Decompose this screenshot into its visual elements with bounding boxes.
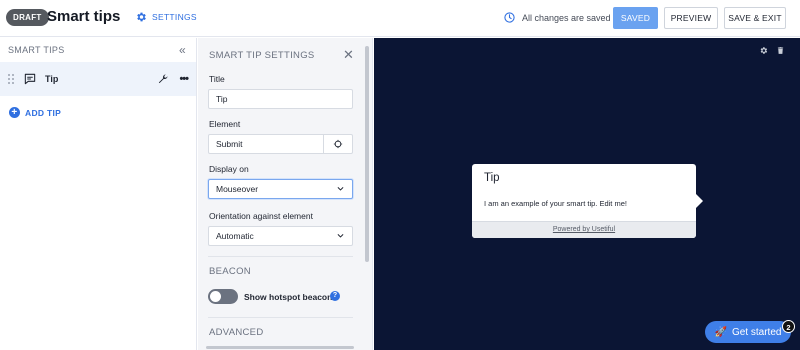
display-on-label: Display on [209,164,249,174]
hotspot-beacon-label: Show hotspot beacon [244,292,333,302]
sidebar-item-label: Tip [45,74,59,84]
smart-tip-preview[interactable]: Tip I am an example of your smart tip. E… [472,164,703,238]
notification-count-badge: 2 [782,320,795,333]
title-field[interactable]: Tip [208,89,353,109]
settings-gear-icon [137,12,146,22]
element-picker-button[interactable] [323,135,352,153]
smart-tips-sidebar: SMART TIPS « Tip ••• + ADD TIP [0,38,197,350]
sidebar-title: SMART TIPS [8,45,65,55]
chevron-down-icon [337,234,344,238]
history-icon [504,12,515,23]
add-tip-label: ADD TIP [25,107,62,118]
page-title: Smart tips [47,8,121,25]
save-status: All changes are saved [503,11,611,24]
saved-button[interactable]: SAVED [613,7,658,29]
divider [208,317,353,318]
element-label: Element [209,119,241,129]
wrench-icon[interactable] [157,73,169,85]
get-started-label: Get started [731,326,782,338]
settings-button[interactable]: SETTINGS [135,11,197,23]
settings-panel-title: SMART TIP SETTINGS [209,50,315,61]
horizontal-scrollbar[interactable] [206,346,354,349]
orientation-value: Automatic [216,231,254,241]
canvas-toolbar [759,46,785,55]
rocket-icon: 🚀 [714,326,727,338]
top-bar: DRAFT Smart tips SETTINGS All changes ar… [0,0,800,37]
more-icon[interactable]: ••• [179,73,189,85]
element-field[interactable]: Submit [208,134,353,154]
preview-button[interactable]: PREVIEW [664,7,718,29]
display-on-value: Mouseover [216,184,259,194]
help-icon[interactable]: ? [330,291,340,301]
tip-settings-panel: SMART TIP SETTINGS ✕ Title Tip Element S… [198,38,373,350]
element-field-value: Submit [216,139,243,149]
gear-icon[interactable] [759,46,768,55]
powered-by-link[interactable]: Powered by Usetiful [472,221,696,238]
get-started-button[interactable]: 🚀 Get started [705,321,791,343]
sidebar-item-tip[interactable]: Tip ••• [0,62,196,96]
save-status-text: All changes are saved [522,12,611,23]
sidebar-header: SMART TIPS « [0,38,196,62]
title-field-value: Tip [216,94,228,104]
orientation-select[interactable]: Automatic [208,226,353,246]
vertical-scrollbar[interactable] [365,46,369,262]
add-tip-button[interactable]: + ADD TIP [0,96,196,129]
hotspot-beacon-toggle[interactable] [208,289,238,304]
title-label: Title [209,74,225,84]
orientation-label: Orientation against element [209,211,313,221]
display-on-select[interactable]: Mouseover [208,179,353,199]
collapse-icon[interactable]: « [179,43,186,57]
advanced-heading: ADVANCED [209,327,264,338]
tip-preview-body: I am an example of your smart tip. Edit … [484,199,627,208]
beacon-heading: BEACON [209,266,251,277]
save-exit-button[interactable]: SAVE & EXIT [724,7,786,29]
status-badge: DRAFT [6,9,49,26]
preview-canvas: Tip I am an example of your smart tip. E… [374,38,800,350]
tip-icon [24,73,36,85]
tip-preview-title: Tip [484,172,500,184]
trash-icon[interactable] [776,46,785,55]
add-icon: + [9,107,20,118]
divider [208,256,353,257]
drag-handle-icon[interactable] [8,74,14,84]
settings-label: SETTINGS [152,12,197,22]
close-icon[interactable]: ✕ [343,47,354,63]
target-icon [333,139,343,149]
chevron-down-icon [337,187,344,191]
